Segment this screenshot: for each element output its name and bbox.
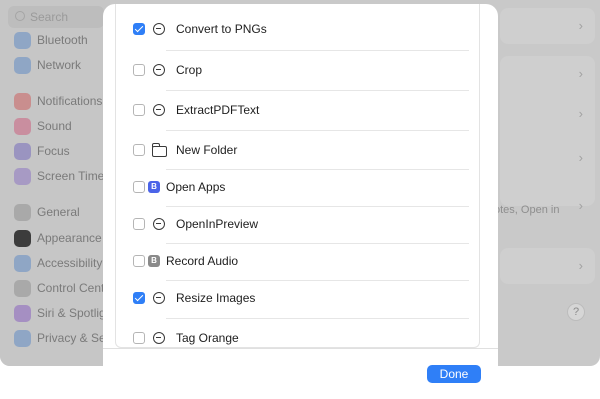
shortcut-dots-icon (153, 104, 165, 116)
app-glyph: B (151, 182, 157, 191)
sidebar-item[interactable]: Focus (14, 141, 70, 161)
shortcut-label: New Folder (176, 143, 238, 157)
sidebar-item[interactable]: Control Cente (14, 278, 111, 298)
chevron-right-icon: › (578, 18, 583, 33)
sidebar-item[interactable]: General (14, 202, 80, 222)
sidebar-item[interactable]: Siri & Spotligh (14, 303, 112, 323)
sidebar-item-label: Bluetooth (37, 33, 88, 47)
sidebar-item-label: Privacy & Sec (37, 331, 112, 345)
settings-card: › (500, 8, 595, 44)
done-button[interactable]: Done (427, 365, 481, 383)
shortcut-row[interactable]: OpenInPreview (116, 204, 479, 244)
search-icon (15, 11, 25, 21)
sidebar-item-label: Focus (37, 144, 70, 158)
shortcut-dots-icon (153, 64, 165, 76)
shortcut-checkbox[interactable] (133, 23, 145, 35)
shortcut-checkbox[interactable] (133, 64, 145, 76)
gear-icon (14, 203, 31, 221)
sidebar-item[interactable]: Network (14, 55, 81, 75)
sidebar-search-field[interactable]: Search (8, 6, 104, 28)
sidebar-item[interactable]: Privacy & Sec (14, 328, 112, 348)
shortcut-checkbox[interactable] (133, 332, 145, 344)
chevron-right-icon: › (578, 66, 583, 81)
shortcut-row[interactable]: Convert to PNGs (116, 9, 479, 49)
sidebar-item-label: Control Cente (37, 281, 112, 295)
globe-icon (14, 56, 31, 74)
sidebar-item-label: Notifications (37, 94, 103, 108)
shortcut-checkbox[interactable] (133, 104, 145, 116)
shortcut-label: Resize Images (176, 291, 256, 305)
chevron-right-icon: › (578, 106, 583, 121)
chevron-right-icon: › (578, 258, 583, 273)
sidebar-item[interactable]: Sound (14, 116, 72, 136)
sheet-footer-divider (103, 348, 498, 349)
sidebar-item-label: Network (37, 58, 82, 72)
shortcut-dots-icon (153, 23, 165, 35)
sidebar-item-label: Appearance (37, 231, 102, 245)
settings-sidebar: Search Bluetooth Network Notifications Soun… (0, 0, 112, 366)
chevron-right-icon: › (578, 150, 583, 165)
settings-card: › (500, 248, 595, 284)
shortcut-label: ExtractPDFText (176, 103, 260, 117)
sidebar-item[interactable]: Appearance (14, 228, 102, 248)
sidebar-item-label: Screen Time (37, 169, 105, 183)
accessibility-icon (14, 254, 31, 272)
sidebar-item-label: General (37, 205, 80, 219)
sidebar-item[interactable]: Notifications (14, 91, 102, 111)
shortcut-dots-icon (153, 218, 165, 230)
shortcut-row[interactable]: New Folder (116, 130, 479, 170)
speaker-icon (14, 117, 31, 135)
appearance-icon (14, 229, 31, 247)
shortcut-dots-icon (153, 292, 165, 304)
control-center-icon (14, 279, 31, 297)
sidebar-item[interactable]: Bluetooth (14, 30, 88, 50)
hand-icon (14, 329, 31, 347)
shortcut-list[interactable]: Convert to PNGs Crop ExtractPDFText New Fol… (115, 4, 480, 348)
shortcut-label: Tag Orange (176, 331, 239, 345)
folder-icon (151, 143, 167, 157)
hourglass-icon (14, 167, 31, 185)
shortcut-label: Crop (176, 63, 203, 77)
sidebar-item[interactable]: Screen Time (14, 166, 104, 186)
shortcut-row[interactable]: ExtractPDFText (116, 90, 479, 130)
moon-icon (14, 142, 31, 160)
shortcut-checkbox[interactable] (133, 181, 145, 193)
shortcut-row[interactable]: Crop (116, 50, 479, 90)
shortcut-label: Record Audio (166, 254, 239, 268)
truncated-description: otes, Open in (494, 204, 560, 216)
search-placeholder: Search (30, 10, 69, 24)
chevron-right-icon: › (578, 198, 583, 213)
shortcut-selection-sheet: Convert to PNGs Crop ExtractPDFText New Fol… (103, 4, 498, 399)
shortcut-checkbox[interactable] (133, 292, 145, 304)
shortcut-label: OpenInPreview (176, 217, 259, 231)
settings-card: › › › › (500, 56, 595, 213)
shortcut-row[interactable]: B Open Apps (116, 167, 479, 207)
sidebar-item-label: Sound (37, 119, 72, 133)
app-blue-icon: B (148, 181, 160, 193)
shortcut-label: Open Apps (166, 180, 226, 194)
shortcut-checkbox[interactable] (133, 255, 145, 267)
shortcut-dots-icon (153, 332, 165, 344)
shortcut-row[interactable]: B Record Audio (116, 241, 479, 281)
sidebar-item[interactable]: Accessibility (14, 253, 102, 273)
help-button[interactable]: ? (567, 303, 585, 321)
sidebar-item-label: Accessibility (37, 256, 103, 270)
sidebar-item-label: Siri & Spotligh (37, 306, 113, 320)
shortcut-row[interactable]: Tag Orange (116, 318, 479, 347)
bluetooth-icon (14, 31, 31, 49)
shortcut-checkbox[interactable] (133, 218, 145, 230)
shortcut-label: Convert to PNGs (176, 22, 267, 36)
siri-icon (14, 304, 31, 322)
screen: Search Bluetooth Network Notifications Soun… (0, 0, 600, 399)
shortcut-checkbox[interactable] (133, 144, 145, 156)
app-glyph: B (151, 256, 157, 265)
bell-icon (14, 92, 31, 110)
shortcut-row[interactable]: Resize Images (116, 278, 479, 318)
app-gray-icon: B (148, 255, 160, 267)
